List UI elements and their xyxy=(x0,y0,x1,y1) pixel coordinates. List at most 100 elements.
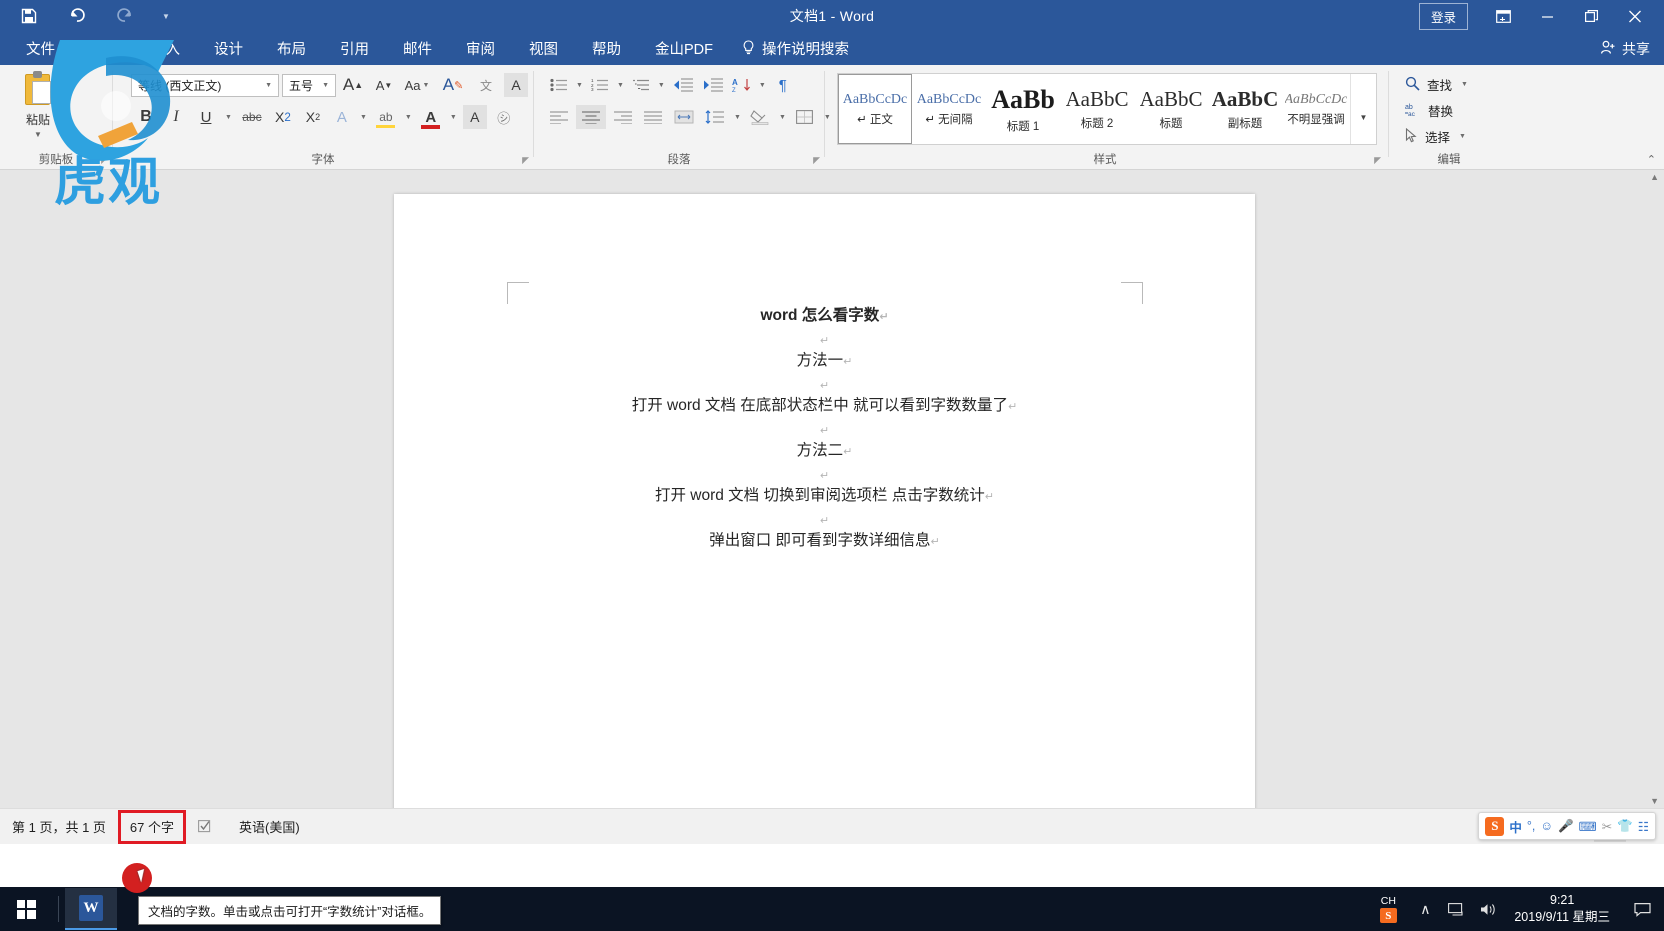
bullets-chevron-down-icon[interactable]: ▼ xyxy=(574,82,585,89)
ime-emoji-icon[interactable]: ☺ xyxy=(1540,819,1553,833)
align-right-icon[interactable] xyxy=(610,105,636,129)
tab-layout[interactable]: 布局 xyxy=(260,32,323,65)
sort-icon[interactable]: AZ xyxy=(729,73,755,97)
tab-view[interactable]: 视图 xyxy=(512,32,575,65)
font-color-chevron-down-icon[interactable]: ▼ xyxy=(448,114,459,121)
distribute-icon[interactable] xyxy=(670,105,698,129)
justify-icon[interactable] xyxy=(640,105,666,129)
restore-icon[interactable] xyxy=(1570,1,1612,31)
font-color-icon[interactable]: A xyxy=(418,105,444,129)
ime-keyboard-icon[interactable]: ⌨ xyxy=(1579,819,1597,834)
word-taskbar-item[interactable]: W xyxy=(65,888,117,930)
sort-chevron-down-icon[interactable]: ▼ xyxy=(757,82,768,89)
grow-font-icon[interactable]: A ▲ xyxy=(339,73,367,97)
character-border-icon[interactable]: A xyxy=(504,73,528,97)
line-spacing-chevron-down-icon[interactable]: ▼ xyxy=(732,114,743,121)
paste-button[interactable]: 粘贴 ▼ xyxy=(10,71,66,139)
font-size-combo[interactable]: 五号 ▼ xyxy=(282,73,336,97)
numbering-chevron-down-icon[interactable]: ▼ xyxy=(615,82,626,89)
start-button[interactable] xyxy=(0,887,52,931)
status-page-info[interactable]: 第 1 页，共 1 页 xyxy=(0,814,118,840)
shading-chevron-down-icon[interactable]: ▼ xyxy=(777,114,788,121)
network-icon[interactable] xyxy=(1442,887,1472,931)
align-left-icon[interactable] xyxy=(546,105,572,129)
numbering-icon[interactable]: 123 xyxy=(587,73,613,97)
document-text-body[interactable]: word 怎么看字数↵ ↵ 方法一↵ ↵ 打开 word 文档 在底部状态栏中 … xyxy=(454,304,1195,553)
tray-ime-indicator[interactable]: CH S xyxy=(1368,895,1408,923)
text-highlight-icon[interactable]: ab xyxy=(373,105,399,129)
style-item-title[interactable]: AaBbC 标题 xyxy=(1134,74,1208,144)
bullets-icon[interactable] xyxy=(546,73,572,97)
status-word-count[interactable]: 67 个字 xyxy=(117,809,186,844)
text-effects-icon[interactable]: A xyxy=(330,105,354,129)
collapse-ribbon-icon[interactable]: ⌃ xyxy=(1647,153,1656,166)
font-dialog-launcher[interactable]: ◤ xyxy=(522,155,529,166)
tab-review[interactable]: 审阅 xyxy=(449,32,512,65)
scroll-down-icon[interactable]: ▼ xyxy=(1650,796,1659,806)
style-item-heading-2[interactable]: AaBbC 标题 2 xyxy=(1060,74,1134,144)
status-language[interactable]: 英语(美国) xyxy=(227,814,312,840)
style-item-subtle-emphasis[interactable]: AaBbCcDc 不明显强调 xyxy=(1282,74,1350,144)
scroll-up-icon[interactable]: ▲ xyxy=(1650,172,1659,182)
enclose-character-icon[interactable]: ㋛ xyxy=(491,105,517,129)
underline-chevron-down-icon[interactable]: ▼ xyxy=(223,114,234,121)
multilevel-list-icon[interactable] xyxy=(628,73,654,97)
character-shading-icon[interactable]: A xyxy=(462,105,487,129)
paste-chevron-down-icon[interactable]: ▼ xyxy=(34,130,42,139)
shading-icon[interactable] xyxy=(747,105,773,129)
ime-mode-chinese-icon[interactable]: 中 xyxy=(1509,817,1522,836)
font-name-chevron-down-icon[interactable]: ▼ xyxy=(263,82,274,89)
ime-punctuation-icon[interactable]: °, xyxy=(1527,819,1535,833)
show-hidden-icons[interactable]: ∧ xyxy=(1410,887,1440,931)
share-button[interactable]: 共享 xyxy=(1600,32,1650,65)
tell-me-search[interactable]: 操作说明搜索 xyxy=(730,38,861,59)
document-page[interactable]: word 怎么看字数↵ ↵ 方法一↵ ↵ 打开 word 文档 在底部状态栏中 … xyxy=(394,194,1255,808)
ime-floating-toolbar[interactable]: S 中 °, ☺ 🎤 ⌨ ✂ 👕 ☷ xyxy=(1478,812,1656,840)
ribbon-display-options-icon[interactable] xyxy=(1482,1,1524,31)
style-item-normal[interactable]: AaBbCcDc ↵ 正文 xyxy=(837,73,913,145)
font-name-combo[interactable]: 等线 (西文正文) ▼ xyxy=(131,73,279,97)
volume-icon[interactable] xyxy=(1474,887,1504,931)
notification-center-icon[interactable] xyxy=(1624,887,1660,931)
style-item-subtitle[interactable]: AaBbC 副标题 xyxy=(1208,74,1282,144)
tab-design[interactable]: 设计 xyxy=(197,32,260,65)
taskbar-clock[interactable]: 9:21 2019/9/11 星期三 xyxy=(1506,892,1622,926)
ime-screenshot-icon[interactable]: ✂ xyxy=(1602,819,1612,834)
paragraph-dialog-launcher[interactable]: ◤ xyxy=(813,155,820,166)
close-icon[interactable] xyxy=(1614,1,1656,31)
tab-kingsoft-pdf[interactable]: 金山PDF xyxy=(638,32,730,65)
show-formatting-marks-icon[interactable]: ¶ xyxy=(770,73,796,97)
tab-mailings[interactable]: 邮件 xyxy=(386,32,449,65)
align-center-icon[interactable] xyxy=(576,105,606,129)
tab-references[interactable]: 引用 xyxy=(323,32,386,65)
find-chevron-down-icon[interactable]: ▼ xyxy=(1459,81,1470,88)
phonetic-guide-icon[interactable]: 文 xyxy=(471,73,501,97)
clipboard-dialog-launcher[interactable]: ◤ xyxy=(101,155,108,166)
subscript-icon[interactable]: X2 xyxy=(270,105,296,129)
text-effects-chevron-down-icon[interactable]: ▼ xyxy=(358,114,369,121)
font-size-chevron-down-icon[interactable]: ▼ xyxy=(320,82,331,89)
style-item-heading-1[interactable]: AaBb 标题 1 xyxy=(986,74,1060,144)
increase-indent-icon[interactable] xyxy=(699,73,727,97)
bold-icon[interactable]: B xyxy=(133,105,159,129)
find-button[interactable]: 查找 ▼ xyxy=(1405,72,1470,97)
select-chevron-down-icon[interactable]: ▼ xyxy=(1457,133,1468,140)
shrink-font-icon[interactable]: A ▼ xyxy=(370,73,398,97)
minimize-icon[interactable] xyxy=(1526,1,1568,31)
sign-in-button[interactable]: 登录 xyxy=(1418,2,1468,30)
decrease-indent-icon[interactable] xyxy=(669,73,697,97)
status-proofing-icon[interactable] xyxy=(186,814,227,840)
ime-voice-icon[interactable]: 🎤 xyxy=(1558,819,1574,834)
italic-icon[interactable]: I xyxy=(163,105,189,129)
tab-home[interactable]: 开始 xyxy=(71,32,134,65)
borders-icon[interactable] xyxy=(792,105,818,129)
multilevel-chevron-down-icon[interactable]: ▼ xyxy=(656,82,667,89)
ime-toolbox-icon[interactable]: ☷ xyxy=(1638,819,1649,834)
styles-gallery-more-chevron-icon[interactable]: ▼ xyxy=(1350,74,1376,144)
styles-dialog-launcher[interactable]: ◤ xyxy=(1374,155,1381,166)
change-case-icon[interactable]: Aa ▼ xyxy=(401,73,435,97)
line-spacing-icon[interactable] xyxy=(702,105,728,129)
ime-skin-icon[interactable]: 👕 xyxy=(1617,819,1633,834)
clear-formatting-icon[interactable]: A ✎ xyxy=(438,73,468,97)
tab-file[interactable]: 文件 xyxy=(10,32,71,65)
